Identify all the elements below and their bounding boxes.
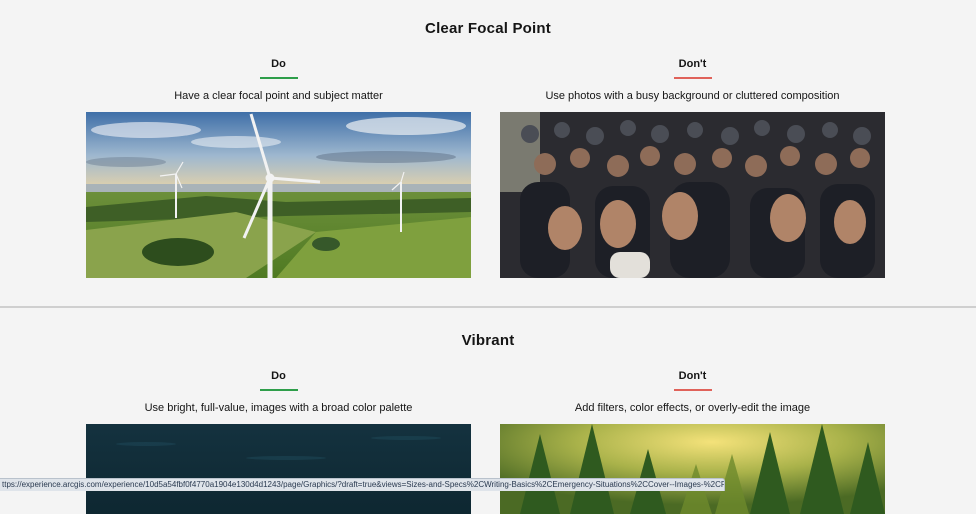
dont-caption: Use photos with a busy background or clu… bbox=[545, 90, 840, 102]
do-column: Do Have a clear focal point and subject … bbox=[86, 56, 471, 278]
do-column: Do Use bright, full-value, images with a… bbox=[86, 368, 471, 514]
dont-label: Don't bbox=[678, 370, 707, 382]
do-caption: Have a clear focal point and subject mat… bbox=[174, 90, 383, 102]
dont-column: Don't Add filters, color effects, or ove… bbox=[500, 368, 885, 514]
dont-column: Don't Use photos with a busy background … bbox=[500, 56, 885, 278]
do-caption: Use bright, full-value, images with a br… bbox=[144, 402, 413, 414]
do-label: Do bbox=[271, 58, 286, 70]
section-clear-focal-point: Clear Focal Point Do Have a clear focal … bbox=[0, 0, 976, 306]
dont-underline bbox=[673, 389, 712, 391]
dark-ocean-photo bbox=[86, 424, 471, 514]
do-label: Do bbox=[271, 370, 286, 382]
dont-label: Don't bbox=[678, 58, 707, 70]
section-vibrant: Vibrant Do Use bright, full-value, image… bbox=[0, 306, 976, 514]
dont-underline bbox=[673, 77, 712, 79]
do-underline bbox=[259, 389, 298, 391]
filtered-forest-photo bbox=[500, 424, 885, 514]
status-url-bar: ttps://experience.arcgis.com/experience/… bbox=[0, 478, 725, 491]
section-title: Vibrant bbox=[461, 332, 515, 349]
dont-caption: Add filters, color effects, or overly-ed… bbox=[574, 402, 811, 414]
do-underline bbox=[259, 77, 298, 79]
crowd-photo bbox=[500, 112, 885, 278]
section-title: Clear Focal Point bbox=[425, 20, 551, 37]
wind-turbines-photo bbox=[86, 112, 471, 278]
